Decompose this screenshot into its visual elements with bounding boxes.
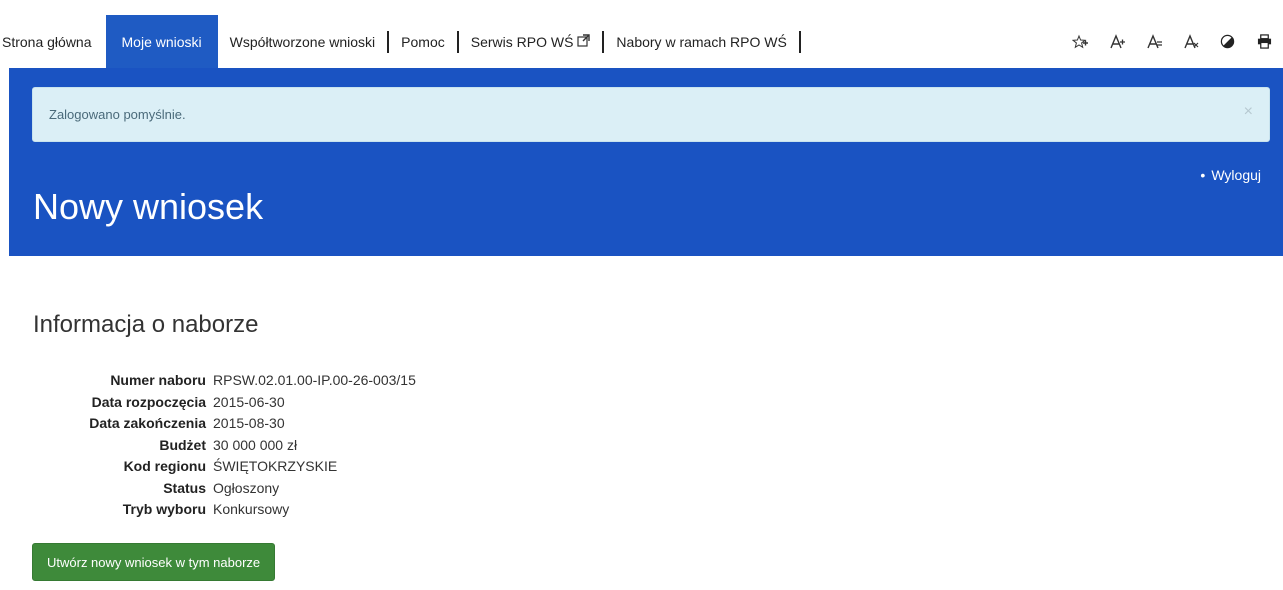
- info-row: Data zakończenia 2015-08-30: [40, 413, 416, 435]
- section-title: Informacja o naborze: [33, 311, 259, 338]
- info-row: Budżet 30 000 000 zł: [40, 435, 416, 457]
- info-value: Konkursowy: [213, 501, 290, 517]
- info-label: Kod regionu: [123, 458, 206, 474]
- call-info-table: Numer naboru RPSW.02.01.00-IP.00-26-003/…: [40, 370, 416, 521]
- nav-item-my-applications[interactable]: Moje wnioski: [105, 15, 218, 68]
- alert-message: Zalogowano pomyślnie.: [49, 107, 186, 122]
- nav-item-help[interactable]: Pomoc: [389, 30, 459, 53]
- info-label: Tryb wyboru: [122, 501, 206, 517]
- info-row: Numer naboru RPSW.02.01.00-IP.00-26-003/…: [40, 370, 416, 392]
- header-band: Zalogowano pomyślnie. × • Wyloguj Nowy wn…: [9, 68, 1283, 256]
- accessibility-toolbar: [1061, 15, 1283, 68]
- info-row: Status Ogłoszony: [40, 478, 416, 500]
- info-value: ŚWIĘTOKRZYSKIE: [213, 458, 338, 474]
- contrast-star-icon[interactable]: [1061, 34, 1098, 50]
- logout-link[interactable]: • Wyloguj: [1200, 167, 1261, 183]
- info-label: Data rozpoczęcia: [91, 393, 206, 410]
- close-icon[interactable]: ×: [1244, 104, 1253, 120]
- nav-item-calls-rpo[interactable]: Nabory w ramach RPO WŚ: [604, 30, 801, 53]
- page-title: Nowy wniosek: [33, 186, 264, 227]
- font-smaller-icon[interactable]: [1172, 33, 1209, 50]
- info-label: Numer naboru: [110, 372, 206, 388]
- info-label: Budżet: [159, 436, 206, 453]
- nav-item-co-created-applications[interactable]: Współtworzone wnioski: [218, 30, 390, 53]
- info-value: 2015-08-30: [213, 415, 285, 431]
- info-value: 2015-06-30: [213, 393, 285, 410]
- create-application-button[interactable]: Utwórz nowy wniosek w tym naborze: [32, 543, 276, 581]
- success-alert: Zalogowano pomyślnie. ×: [32, 87, 1270, 142]
- high-contrast-icon[interactable]: [1209, 34, 1246, 49]
- nav-item-rpo-service-label: Serwis RPO WŚ: [470, 33, 574, 50]
- font-default-icon[interactable]: [1135, 33, 1172, 50]
- top-navigation: Strona główna Moje wnioski Współtworzone…: [0, 15, 1283, 68]
- info-row: Data rozpoczęcia 2015-06-30: [40, 392, 416, 414]
- nav-item-rpo-service[interactable]: Serwis RPO WŚ: [459, 30, 605, 53]
- external-link-icon: [577, 33, 591, 50]
- info-row: Tryb wyboru Konkursowy: [40, 499, 416, 521]
- info-value: 30 000 000 zł: [213, 436, 298, 453]
- bullet-icon: •: [1200, 167, 1206, 183]
- logout-label: Wyloguj: [1211, 167, 1261, 183]
- info-label: Status: [163, 479, 206, 496]
- info-row: Kod regionu ŚWIĘTOKRZYSKIE: [40, 456, 416, 478]
- info-value: RPSW.02.01.00-IP.00-26-003/15: [213, 372, 416, 388]
- nav-item-home[interactable]: Strona główna: [0, 15, 106, 68]
- info-label: Data zakończenia: [89, 415, 206, 431]
- print-icon[interactable]: [1246, 34, 1283, 49]
- font-larger-icon[interactable]: [1098, 33, 1135, 50]
- info-value: Ogłoszony: [213, 479, 280, 496]
